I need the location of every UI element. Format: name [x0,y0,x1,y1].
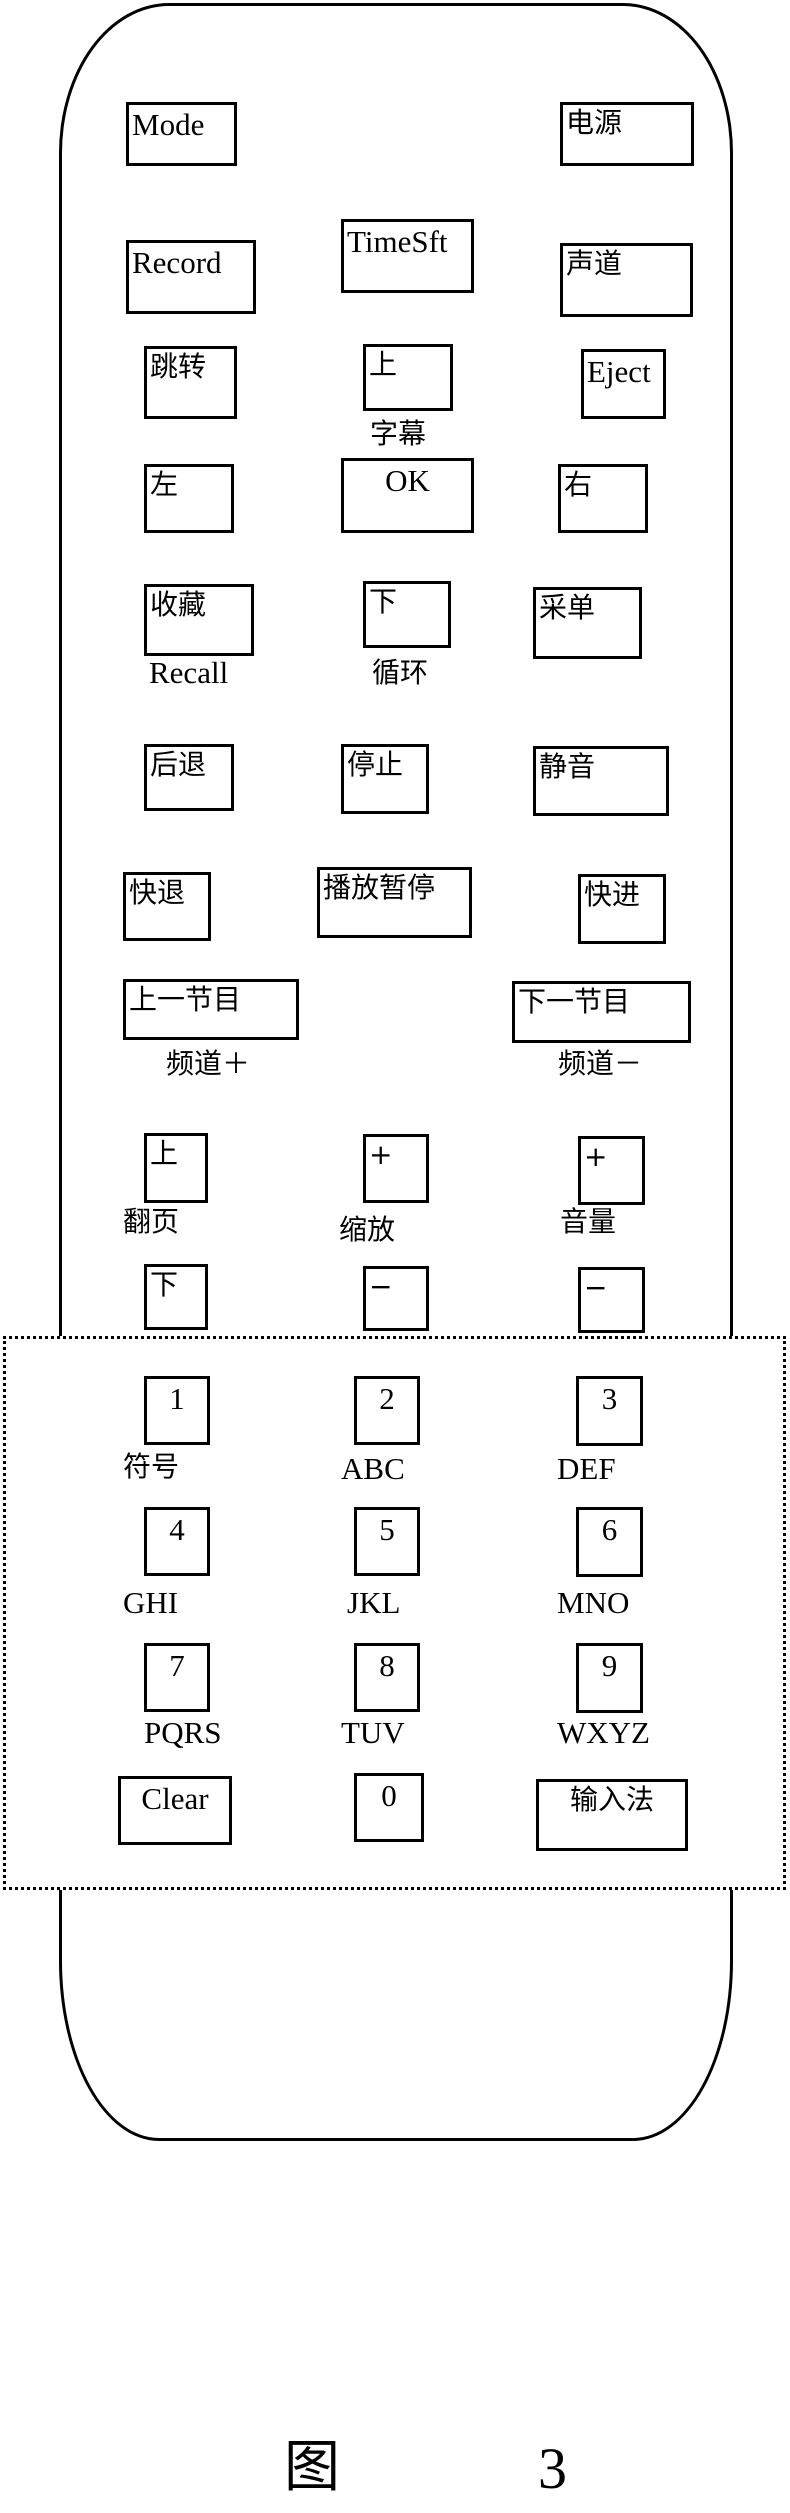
page-label: 翻页 [123,1205,180,1238]
left-button[interactable]: 左 [144,464,234,533]
key-7[interactable]: 7 [144,1643,210,1712]
key-3[interactable]: 3 [576,1376,643,1446]
key-4[interactable]: 4 [144,1507,210,1576]
key-9-letters: WXYZ [557,1715,650,1750]
channel-up-label: 频道＋ [166,1047,251,1080]
right-button[interactable]: 右 [558,464,648,533]
stop-button[interactable]: 停止 [341,744,429,814]
back-button[interactable]: 后退 [144,744,234,811]
volume-down-button[interactable]: − [578,1267,645,1333]
recall-label: Recall [149,655,229,690]
figure-number: 3 [538,2436,567,2501]
key-1[interactable]: 1 [144,1376,210,1445]
down-loop-button[interactable]: 下 [363,581,451,648]
channel-down-label: 频道－ [558,1047,643,1080]
power-button[interactable]: 电源 [560,102,694,166]
eject-button[interactable]: Eject [581,349,666,419]
next-program-button[interactable]: 下一节目 [512,981,691,1043]
page-down-button[interactable]: 下 [144,1264,208,1330]
favorite-recall-button[interactable]: 收藏 [144,584,254,656]
zoom-label: 缩放 [339,1213,396,1246]
zoom-in-button[interactable]: + [363,1134,429,1203]
volume-label: 音量 [560,1205,617,1238]
key-3-letters: DEF [557,1451,616,1486]
key-6-letters: MNO [557,1585,630,1620]
ok-button[interactable]: OK [341,458,474,533]
key-2[interactable]: 2 [354,1376,420,1445]
jump-button[interactable]: 跳转 [144,346,237,419]
mode-button[interactable]: Mode [126,102,237,166]
key-6[interactable]: 6 [576,1507,643,1577]
key-8-letters: TUV [341,1715,405,1750]
play-pause-button[interactable]: 播放暂停 [317,867,472,938]
clear-button[interactable]: Clear [118,1776,232,1845]
input-method-button[interactable]: 输入法 [536,1779,688,1851]
fast-forward-button[interactable]: 快进 [578,874,666,944]
key-5[interactable]: 5 [354,1507,420,1576]
loop-label: 循环 [372,656,429,689]
key-2-letters: ABC [341,1451,405,1486]
key-0[interactable]: 0 [354,1773,424,1842]
audio-channel-button[interactable]: 声道 [560,243,693,317]
volume-up-button[interactable]: + [578,1136,645,1205]
prev-program-button[interactable]: 上一节目 [123,979,299,1040]
key-5-letters: JKL [347,1585,401,1620]
timeshift-button[interactable]: TimeSft [341,219,474,293]
figure-prefix: 图 [284,2435,340,2500]
key-1-letters: 符号 [123,1450,180,1483]
key-7-letters: PQRS [144,1715,222,1750]
record-button[interactable]: Record [126,240,256,314]
subtitle-label: 字幕 [370,417,427,450]
key-9[interactable]: 9 [576,1643,643,1713]
rewind-button[interactable]: 快退 [123,872,211,941]
key-8[interactable]: 8 [354,1643,420,1712]
key-4-letters: GHI [123,1585,179,1620]
mute-button[interactable]: 静音 [533,746,669,816]
zoom-out-button[interactable]: − [363,1266,429,1331]
menu-button[interactable]: 采单 [533,587,642,659]
page-up-button[interactable]: 上 [144,1133,208,1203]
up-subtitle-button[interactable]: 上 [363,344,453,411]
